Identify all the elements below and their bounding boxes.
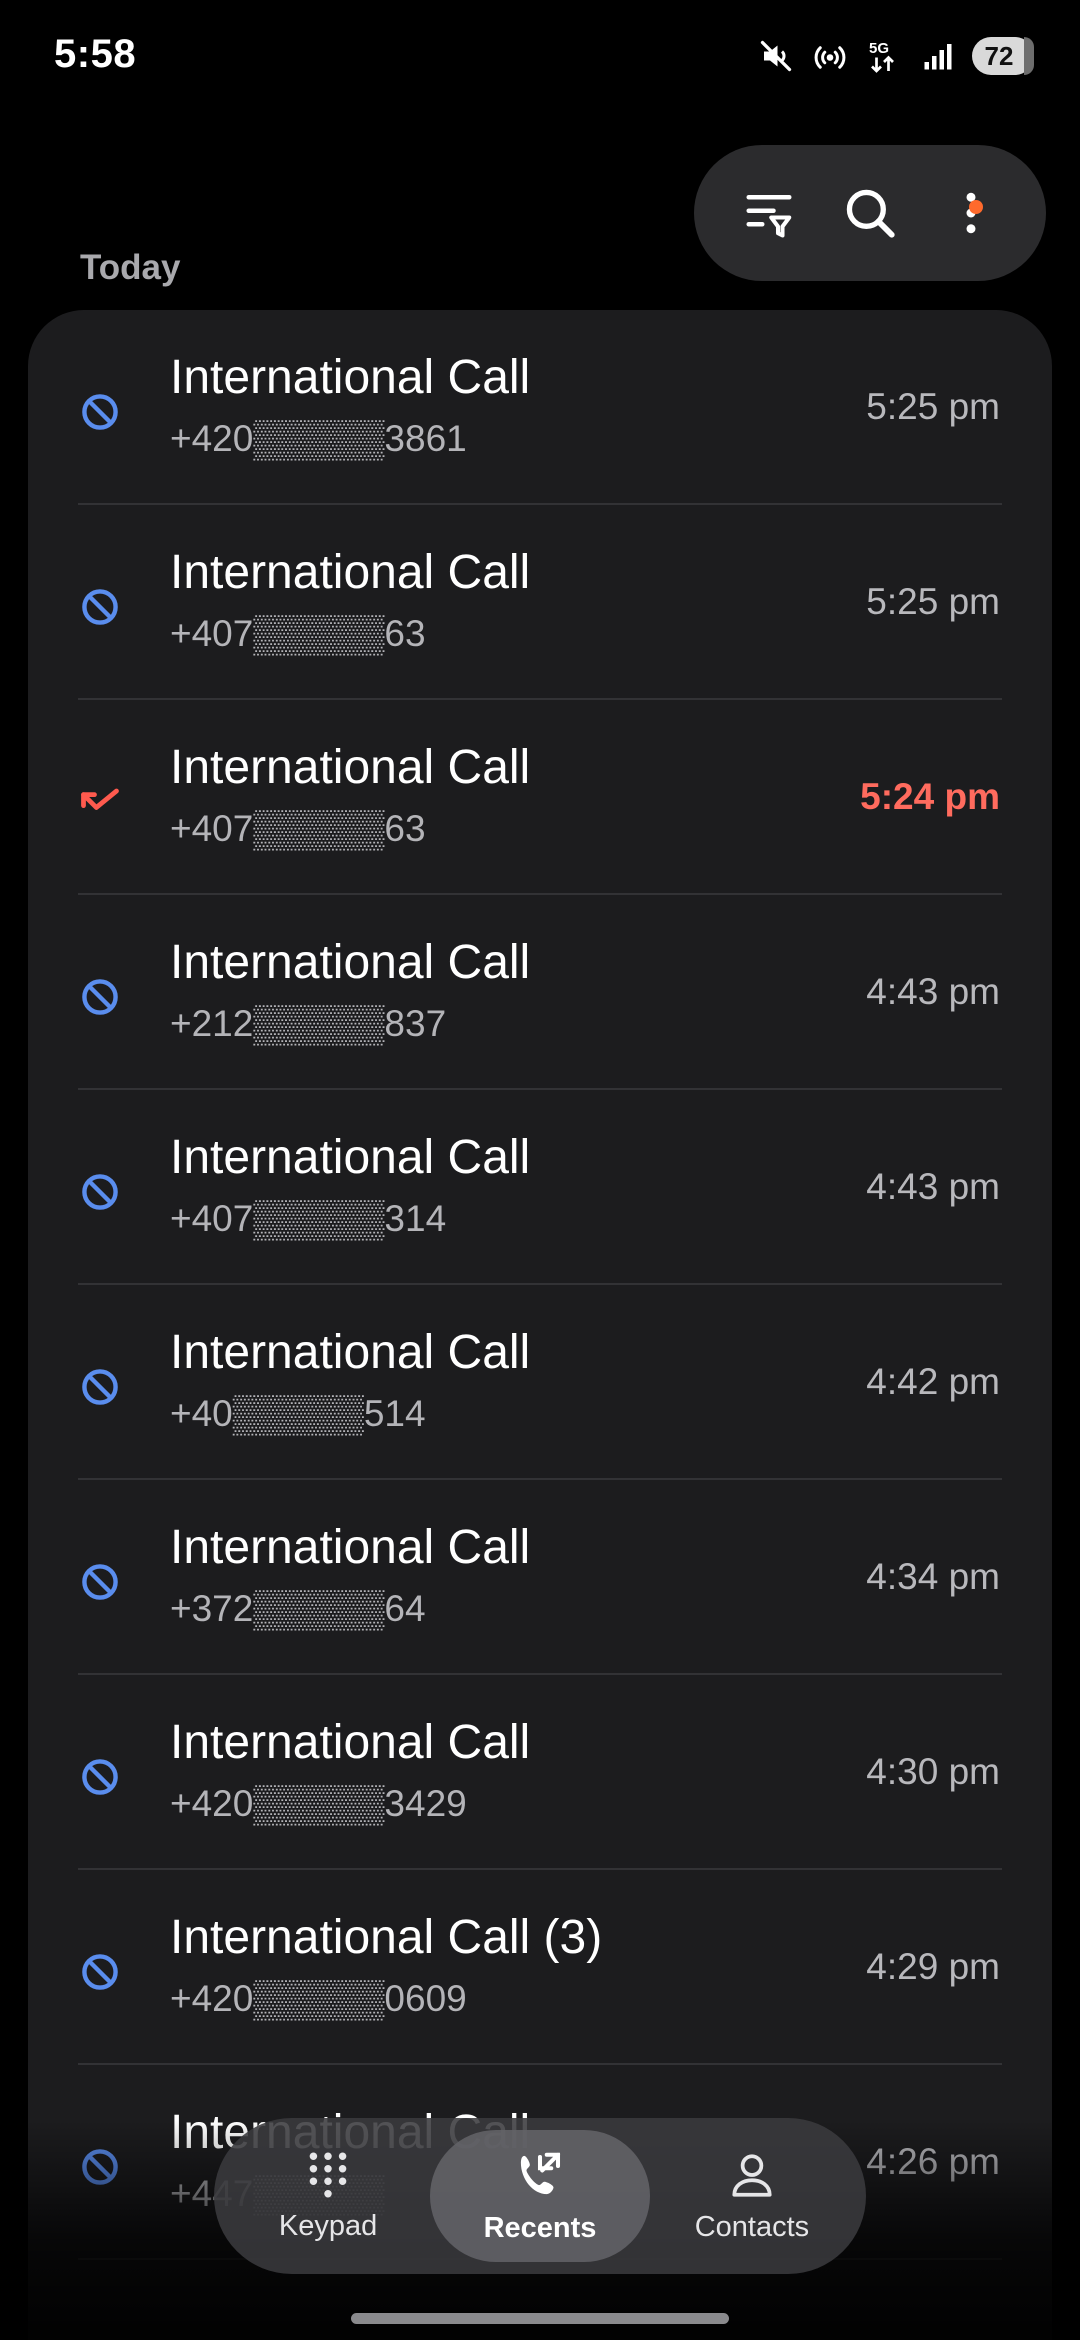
signal-icon xyxy=(918,36,958,76)
home-indicator[interactable] xyxy=(351,2313,729,2324)
svg-text:5G: 5G xyxy=(869,40,889,57)
caller-name: International Call xyxy=(170,1716,531,1769)
blocked-call-icon xyxy=(78,390,122,434)
bottom-navigation: Keypad Recents Contacts xyxy=(214,2118,866,2274)
caller-number: +40▒▒▒▒▒514 xyxy=(170,1393,426,1434)
call-log-item[interactable]: International Call +420▒▒▒▒▒3861 5:25 pm xyxy=(28,310,1052,505)
status-bar: 5:58 5G 72 xyxy=(0,0,1080,115)
tab-recents[interactable]: Recents xyxy=(430,2130,650,2262)
caller-number: +372▒▒▒▒▒64 xyxy=(170,1588,426,1629)
filter-icon xyxy=(746,195,792,238)
call-log-list: International Call +420▒▒▒▒▒3861 5:25 pm… xyxy=(28,310,1052,2340)
blocked-call-icon xyxy=(78,1170,122,1214)
call-time: 4:42 pm xyxy=(866,1361,1000,1402)
blocked-call-icon xyxy=(78,585,122,629)
call-time: 5:25 pm xyxy=(866,581,1000,622)
caller-name: International Call xyxy=(170,1521,531,1574)
caller-number: +407▒▒▒▒▒63 xyxy=(170,613,426,654)
caller-number: +212▒▒▒▒▒837 xyxy=(170,1003,447,1044)
tab-keypad[interactable]: Keypad xyxy=(226,2130,430,2262)
caller-name: International Call xyxy=(170,1326,531,1379)
battery-icon: 72 xyxy=(972,37,1034,75)
status-icons: 5G 72 xyxy=(756,34,1034,78)
more-options-button[interactable] xyxy=(931,173,1011,253)
caller-name: International Call xyxy=(170,351,531,404)
call-time: 4:26 pm xyxy=(866,2141,1000,2182)
battery-level: 72 xyxy=(984,40,1014,71)
section-header: Today xyxy=(80,248,181,287)
missed-call-icon xyxy=(78,780,122,824)
caller-number: +420▒▒▒▒▒3861 xyxy=(170,418,467,459)
call-time-missed: 5:24 pm xyxy=(860,776,1000,817)
call-log-item[interactable]: International Call +212▒▒▒▒▒837 4:43 pm xyxy=(28,895,1052,1090)
blocked-call-icon xyxy=(78,1365,122,1409)
search-icon xyxy=(846,189,895,238)
contacts-icon xyxy=(732,2153,772,2197)
more-options-icon xyxy=(966,192,976,234)
blocked-call-icon xyxy=(78,2145,122,2189)
call-time: 4:29 pm xyxy=(866,1946,1000,1987)
status-time: 5:58 xyxy=(54,32,137,76)
call-log-item[interactable]: International Call +40▒▒▒▒▒514 4:42 pm xyxy=(28,1285,1052,1480)
5g-icon: 5G xyxy=(864,36,904,76)
call-time: 4:34 pm xyxy=(866,1556,1000,1597)
call-log-item[interactable]: International Call (3) +420▒▒▒▒▒0609 4:2… xyxy=(28,1870,1052,2065)
filter-button[interactable] xyxy=(729,173,809,253)
call-log-item[interactable]: International Call +372▒▒▒▒▒64 4:34 pm xyxy=(28,1480,1052,1675)
caller-number: +407▒▒▒▒▒314 xyxy=(170,1198,447,1239)
tab-label: Contacts xyxy=(694,2210,810,2243)
mute-icon xyxy=(756,36,796,76)
caller-number: +407▒▒▒▒▒63 xyxy=(170,808,426,849)
search-button[interactable] xyxy=(830,173,910,253)
keypad-icon xyxy=(309,2152,347,2197)
call-log-item[interactable]: International Call +420▒▒▒▒▒3429 4:30 pm xyxy=(28,1675,1052,1870)
call-time: 5:25 pm xyxy=(866,386,1000,427)
tab-label: Recents xyxy=(483,2211,597,2244)
call-time: 4:43 pm xyxy=(866,971,1000,1012)
recents-icon xyxy=(520,2152,561,2194)
caller-name: International Call xyxy=(170,936,531,989)
call-log-item[interactable]: International Call +407▒▒▒▒▒314 4:43 pm xyxy=(28,1090,1052,1285)
tab-label: Keypad xyxy=(278,2209,378,2242)
caller-name: International Call (3) xyxy=(170,1911,603,1964)
caller-number: +420▒▒▒▒▒0609 xyxy=(170,1978,467,2019)
tab-contacts[interactable]: Contacts xyxy=(650,2130,854,2262)
blocked-call-icon xyxy=(78,975,122,1019)
blocked-call-icon xyxy=(78,1950,122,1994)
caller-name: International Call xyxy=(170,1131,531,1184)
top-action-bar xyxy=(694,145,1046,281)
blocked-call-icon xyxy=(78,1560,122,1604)
caller-number: +420▒▒▒▒▒3429 xyxy=(170,1783,467,1824)
blocked-call-icon xyxy=(78,1755,122,1799)
call-time: 4:43 pm xyxy=(866,1166,1000,1207)
caller-name: International Call xyxy=(170,546,531,599)
call-time: 4:30 pm xyxy=(866,1751,1000,1792)
caller-name: International Call xyxy=(170,741,531,794)
phone-recents-screen: 5:58 5G 72 Today International Call +420… xyxy=(0,0,1080,2340)
call-log-item[interactable]: International Call +407▒▒▒▒▒63 5:25 pm xyxy=(28,505,1052,700)
hotspot-icon xyxy=(810,36,850,76)
call-log-item[interactable]: International Call +407▒▒▒▒▒63 5:24 pm xyxy=(28,700,1052,895)
